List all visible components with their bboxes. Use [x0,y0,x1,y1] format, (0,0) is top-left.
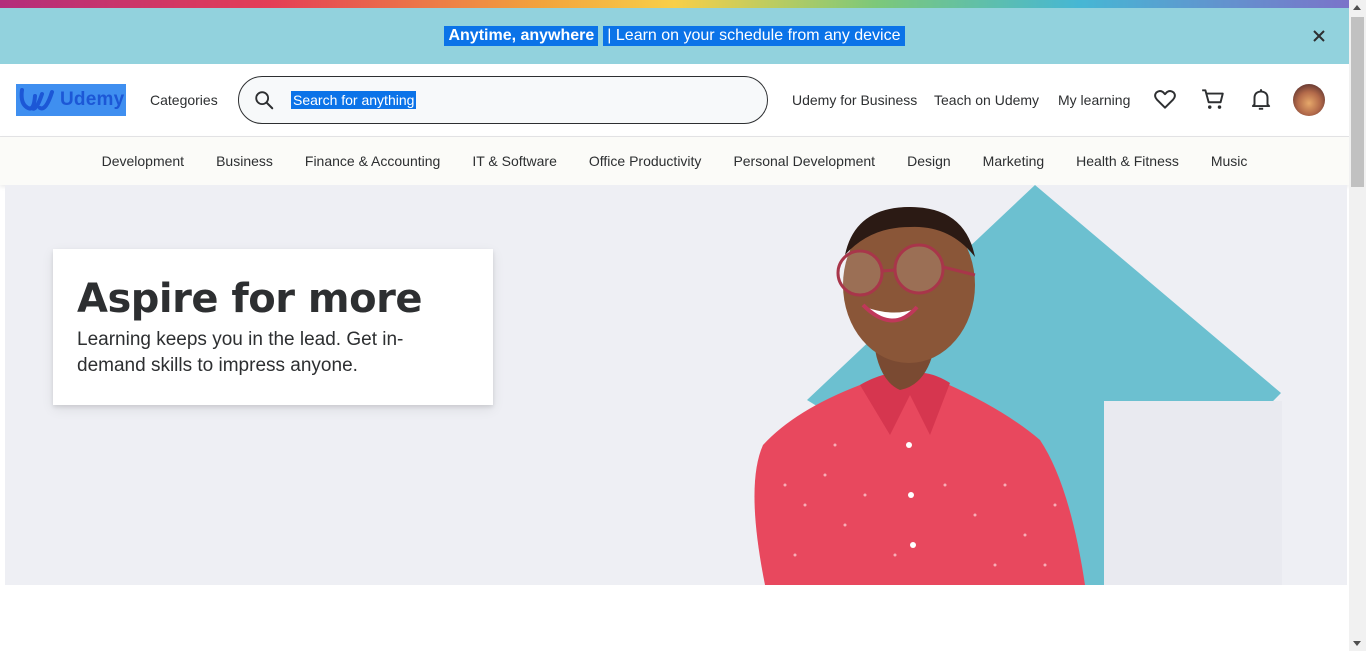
category-music[interactable]: Music [1211,153,1248,169]
category-marketing[interactable]: Marketing [983,153,1044,169]
category-health-fitness[interactable]: Health & Fitness [1076,153,1179,169]
search-bar[interactable]: Search for anything [238,76,768,124]
banner-highlight: Anytime, anywhere [444,26,599,46]
category-finance-accounting[interactable]: Finance & Accounting [305,153,440,169]
udemy-logo[interactable]: Udemy [16,84,126,116]
category-office-productivity[interactable]: Office Productivity [589,153,702,169]
categories-menu[interactable]: Categories [150,92,218,108]
rainbow-stripe [0,0,1349,8]
page: Anytime, anywhere | Learn on your schedu… [0,0,1349,651]
udemy-for-business-link[interactable]: Udemy for Business [792,92,917,108]
header: Udemy Categories Search for anything Ude… [0,64,1349,137]
my-learning-link[interactable]: My learning [1058,92,1130,108]
vertical-scrollbar[interactable] [1349,0,1366,651]
hero-image [754,185,1282,585]
category-it-software[interactable]: IT & Software [472,153,557,169]
promo-banner: Anytime, anywhere | Learn on your schedu… [0,8,1349,64]
udemy-logo-mark-icon [19,88,54,111]
teach-on-udemy-link[interactable]: Teach on Udemy [934,92,1039,108]
scroll-up-arrow-icon[interactable] [1353,5,1361,10]
category-nav: Development Business Finance & Accountin… [0,137,1349,185]
logo-text: Udemy [60,89,125,110]
bell-icon[interactable] [1248,86,1274,112]
hero-card: Aspire for more Learning keeps you in th… [53,249,493,405]
search-icon[interactable] [253,89,275,111]
category-development[interactable]: Development [102,153,185,169]
category-business[interactable]: Business [216,153,273,169]
category-personal-development[interactable]: Personal Development [733,153,875,169]
cart-icon[interactable] [1200,86,1226,112]
category-design[interactable]: Design [907,153,951,169]
close-icon[interactable] [1309,26,1329,46]
hero-subtitle: Learning keeps you in the lead. Get in-d… [77,329,404,376]
hero-title: Aspire for more [77,276,422,322]
search-input[interactable]: Search for anything [291,91,417,109]
heart-icon[interactable] [1152,86,1178,112]
hero-banner: Aspire for more Learning keeps you in th… [5,185,1347,585]
avatar[interactable] [1293,84,1325,116]
scroll-down-arrow-icon[interactable] [1353,641,1361,646]
banner-text: | Learn on your schedule from any device [603,26,905,46]
scrollbar-thumb[interactable] [1351,17,1364,187]
